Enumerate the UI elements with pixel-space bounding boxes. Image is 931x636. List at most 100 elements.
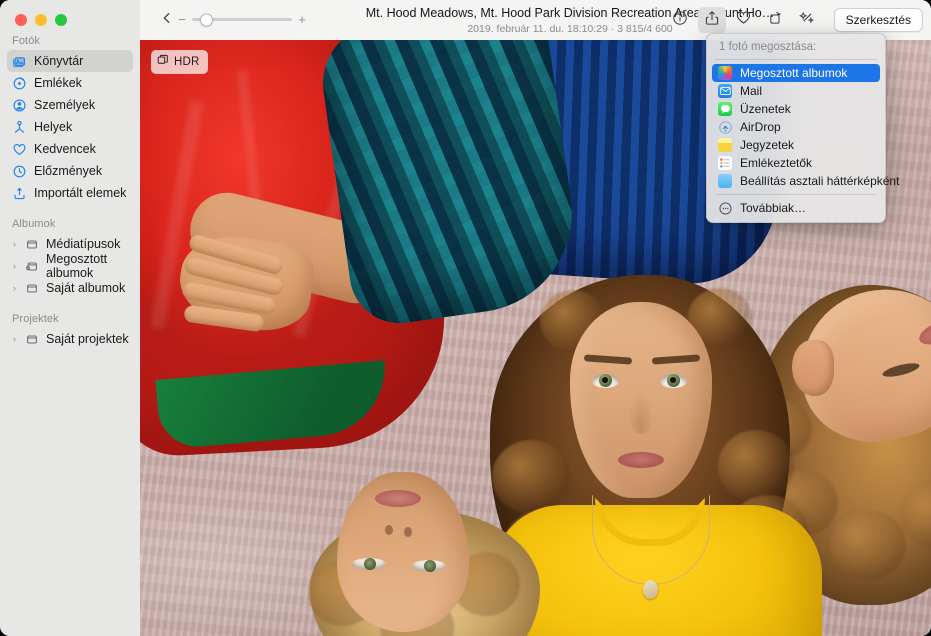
share-popover: 1 fotó megosztása: Megosztott albumok Ma… xyxy=(706,33,899,223)
chevron-right-icon[interactable]: › xyxy=(10,283,19,293)
sidebar-item-imported[interactable]: Importált elemek xyxy=(7,182,133,204)
ear xyxy=(792,340,834,396)
toolbar-actions: Szerkesztés xyxy=(666,7,923,33)
sidebar-item-library[interactable]: Könyvtár xyxy=(7,50,133,72)
divider xyxy=(715,194,877,195)
sidebar-item-label: Könyvtár xyxy=(34,54,84,68)
sidebar-item-label: Személyek xyxy=(34,98,96,112)
nostril xyxy=(385,525,393,535)
iris xyxy=(424,560,436,572)
import-icon xyxy=(12,186,27,201)
share-option-reminders[interactable]: Emlékeztetők xyxy=(712,154,880,172)
info-circle-icon xyxy=(672,10,688,31)
sidebar-item-label: Előzmények xyxy=(34,164,103,178)
edit-button[interactable]: Szerkesztés xyxy=(833,8,923,32)
zoom-knob[interactable] xyxy=(200,13,213,26)
heart-icon xyxy=(12,142,27,157)
zoom-track[interactable] xyxy=(192,13,292,26)
sidebar-item-label: Médiatípusok xyxy=(46,237,121,251)
sidebar-section-albums: Albumok › Médiatípusok › Megosztott albu… xyxy=(0,218,140,299)
zoom-out-label[interactable]: − xyxy=(177,12,187,27)
share-option-airdrop[interactable]: AirDrop xyxy=(712,118,880,136)
chevron-right-icon[interactable]: › xyxy=(10,334,19,344)
pendant xyxy=(643,580,658,599)
sidebar-item-my-albums[interactable]: › Saját albumok xyxy=(7,277,133,299)
sidebar-item-people[interactable]: Személyek xyxy=(7,94,133,116)
sidebar-item-my-projects[interactable]: › Saját projektek xyxy=(7,328,133,350)
sidebar-section-projects: Projektek › Saját projektek xyxy=(0,313,140,350)
sidebar-item-label: Megosztott albumok xyxy=(46,252,108,280)
sidebar-section-title: Projektek xyxy=(12,313,59,325)
share-option-more[interactable]: Továbbiak… xyxy=(712,199,880,217)
hdr-label: HDR xyxy=(174,56,200,68)
sidebar-section-photos: Fotók Könyvtár Emlékek Személyek Helyek … xyxy=(0,35,140,204)
info-button[interactable] xyxy=(666,7,694,33)
chevron-right-icon[interactable]: › xyxy=(10,261,19,271)
sidebar-item-favorites[interactable]: Kedvencek xyxy=(7,138,133,160)
zoom-button[interactable] xyxy=(55,14,67,26)
share-option-label: Továbbiak… xyxy=(740,201,807,215)
share-option-label: Mail xyxy=(740,84,763,98)
rotate-button[interactable] xyxy=(762,7,790,33)
share-option-mail[interactable]: Mail xyxy=(712,82,880,100)
share-option-shared-albums[interactable]: Megosztott albumok xyxy=(712,64,880,82)
chevron-left-icon xyxy=(160,11,174,30)
share-button[interactable] xyxy=(697,7,726,33)
sidebar-item-places[interactable]: Helyek xyxy=(7,116,133,138)
places-pin-icon xyxy=(12,120,27,135)
traffic-lights xyxy=(15,14,67,26)
zoom-slider[interactable]: − + xyxy=(177,12,307,27)
share-popover-header: 1 fotó megosztása: xyxy=(719,41,817,53)
sidebar: Fotók Könyvtár Emlékek Személyek Helyek … xyxy=(0,0,140,636)
hdr-layers-icon xyxy=(157,53,169,71)
rotate-icon xyxy=(768,10,784,31)
favorite-button[interactable] xyxy=(730,7,758,33)
sidebar-item-label: Emlékek xyxy=(34,76,82,90)
back-button[interactable] xyxy=(156,9,178,31)
sidebar-item-label: Saját projektek xyxy=(46,332,129,346)
more-circle-icon xyxy=(718,201,732,215)
enhance-button[interactable] xyxy=(794,7,822,33)
share-option-notes[interactable]: Jegyzetek xyxy=(712,136,880,154)
share-option-label: Jegyzetek xyxy=(740,138,795,152)
divider xyxy=(715,59,877,60)
notes-app-icon xyxy=(718,138,732,152)
photos-app-icon xyxy=(718,66,732,80)
magic-wand-icon xyxy=(799,9,816,31)
share-option-label: Beállítás asztali háttérképként xyxy=(740,174,900,188)
messages-app-icon xyxy=(718,102,732,116)
hdr-badge: HDR xyxy=(151,50,208,74)
share-option-label: Üzenetek xyxy=(740,102,791,116)
shared-folder-icon xyxy=(24,259,39,274)
share-option-label: AirDrop xyxy=(740,120,781,134)
sidebar-item-label: Importált elemek xyxy=(34,186,127,200)
nostril xyxy=(404,527,412,537)
minimize-button[interactable] xyxy=(35,14,47,26)
folder-icon xyxy=(24,237,39,252)
sidebar-item-label: Saját albumok xyxy=(46,281,126,295)
folder-icon xyxy=(24,281,39,296)
mouth xyxy=(375,490,421,507)
memories-icon xyxy=(12,76,27,91)
mail-app-icon xyxy=(718,84,732,98)
iris xyxy=(364,558,376,570)
pupil xyxy=(670,377,676,383)
airdrop-icon xyxy=(718,120,732,134)
chevron-right-icon[interactable]: › xyxy=(10,239,19,249)
photos-window: Fotók Könyvtár Emlékek Személyek Helyek … xyxy=(0,0,931,636)
share-option-set-wallpaper[interactable]: Beállítás asztali háttérképként xyxy=(712,172,899,190)
share-option-label: Megosztott albumok xyxy=(740,66,848,80)
wallpaper-icon xyxy=(718,174,732,188)
hair-curl xyxy=(492,440,570,514)
zoom-in-label[interactable]: + xyxy=(297,12,307,27)
share-option-messages[interactable]: Üzenetek xyxy=(712,100,880,118)
close-button[interactable] xyxy=(15,14,27,26)
hair-curl xyxy=(830,510,906,580)
sidebar-item-memories[interactable]: Emlékek xyxy=(7,72,133,94)
sidebar-item-history[interactable]: Előzmények xyxy=(7,160,133,182)
sidebar-item-label: Kedvencek xyxy=(34,142,96,156)
reminders-app-icon xyxy=(718,156,732,170)
sidebar-item-shared-albums[interactable]: › Megosztott albumok xyxy=(7,252,133,280)
sidebar-item-label: Helyek xyxy=(34,120,73,134)
heart-icon xyxy=(735,9,752,31)
